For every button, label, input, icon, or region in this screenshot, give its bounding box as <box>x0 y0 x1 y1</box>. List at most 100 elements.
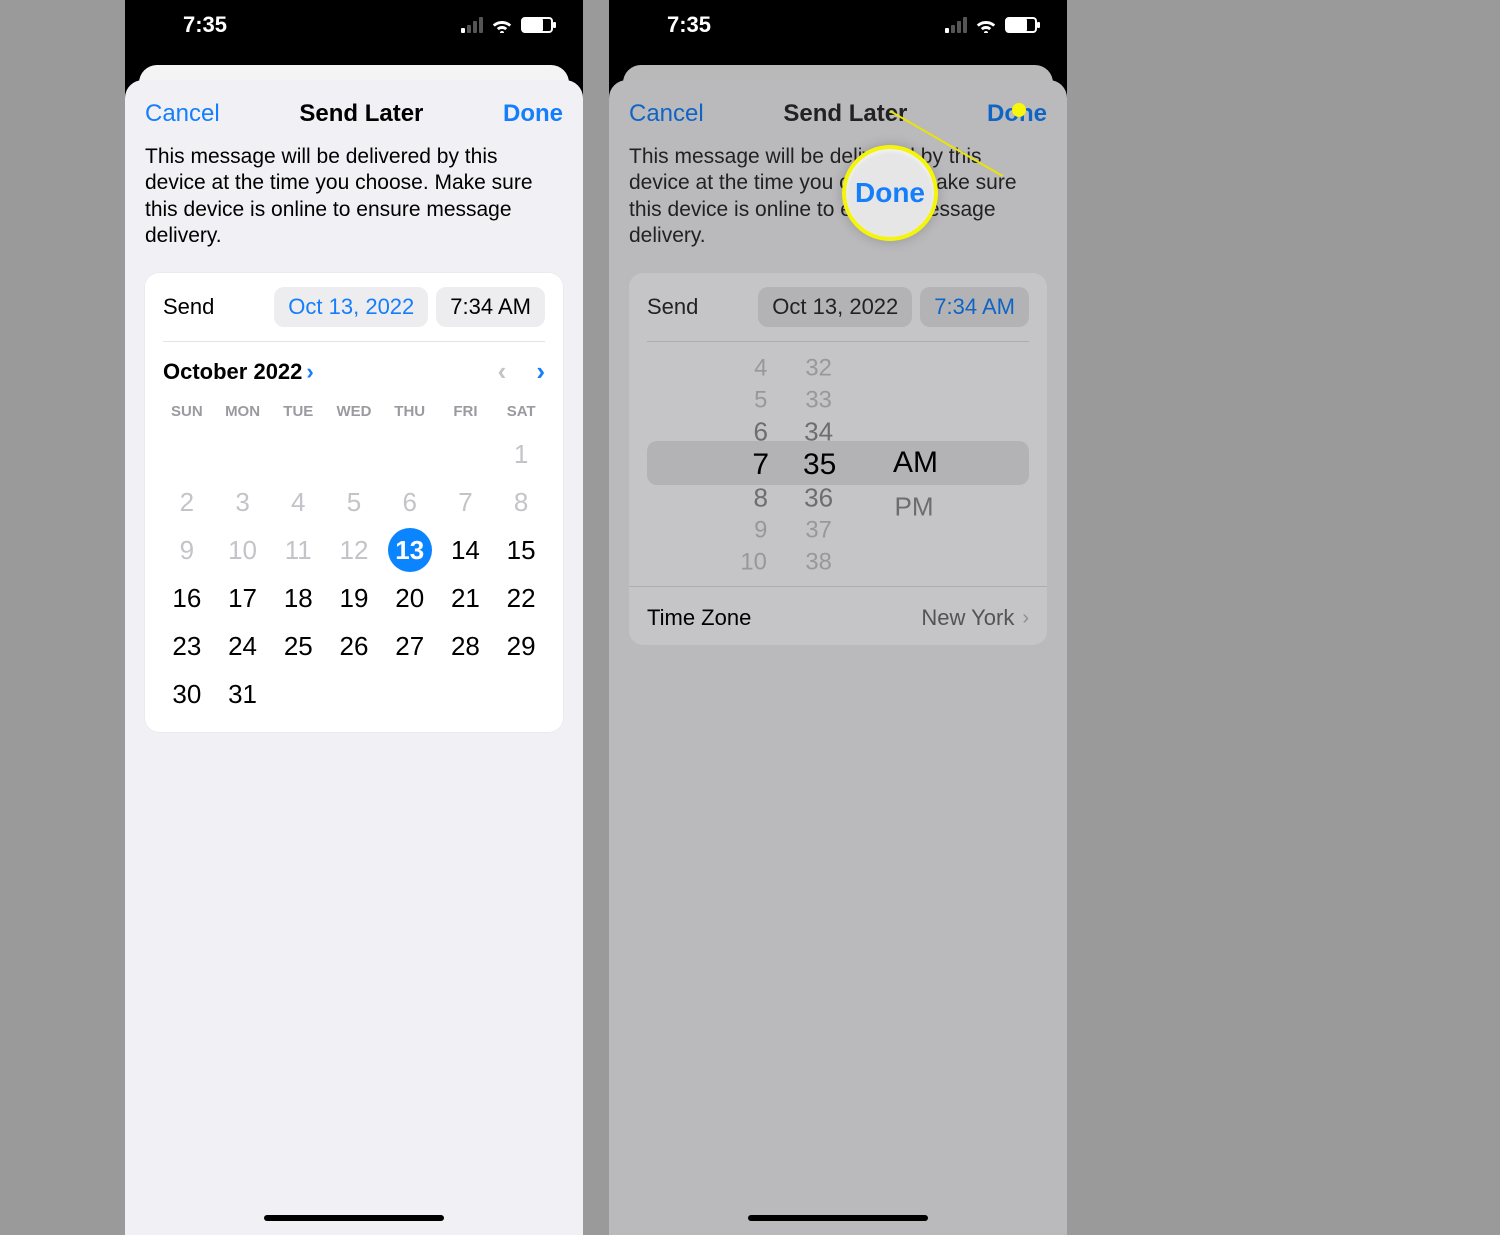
status-icons <box>461 17 553 33</box>
calendar-day: 1 <box>493 430 549 478</box>
month-picker[interactable]: October 2022 › <box>163 359 314 385</box>
wheel-item[interactable]: 4 <box>755 354 768 381</box>
home-indicator[interactable] <box>748 1215 928 1221</box>
phone-left: 7:35 Cancel Send Later Done This message… <box>125 0 583 1235</box>
calendar-day <box>215 430 271 478</box>
next-month-button[interactable]: › <box>536 356 545 387</box>
calendar-day: 3 <box>215 478 271 526</box>
cancel-button[interactable]: Cancel <box>145 100 220 128</box>
cellular-icon <box>461 17 483 33</box>
wheel-item[interactable]: 32 <box>805 354 831 381</box>
date-pill[interactable]: Oct 13, 2022 <box>274 287 428 327</box>
wheel-item[interactable]: 8 <box>754 483 768 513</box>
schedule-card: Send Oct 13, 2022 7:34 AM 45678910 32333… <box>629 273 1047 645</box>
calendar-day[interactable]: 31 <box>215 670 271 718</box>
send-later-sheet: Cancel Send Later Done This message will… <box>609 80 1067 1235</box>
calendar-day[interactable]: 23 <box>159 622 215 670</box>
divider <box>647 341 1029 342</box>
timezone-row[interactable]: Time Zone New York › <box>629 586 1047 631</box>
schedule-card: Send Oct 13, 2022 7:34 AM October 2022 ›… <box>145 273 563 732</box>
battery-icon <box>1005 17 1037 33</box>
calendar-day[interactable]: 15 <box>493 526 549 574</box>
send-label: Send <box>647 294 698 320</box>
calendar-day: 12 <box>326 526 382 574</box>
send-label: Send <box>163 294 214 320</box>
calendar-day: 6 <box>382 478 438 526</box>
status-bar: 7:35 <box>125 0 583 50</box>
ampm-wheel[interactable]: AM PM <box>893 352 953 572</box>
calendar-day <box>438 430 494 478</box>
calendar-day <box>159 430 215 478</box>
prev-month-button[interactable]: ‹ <box>498 356 507 387</box>
calendar-day[interactable]: 22 <box>493 574 549 622</box>
calendar-day[interactable]: 17 <box>215 574 271 622</box>
date-pill[interactable]: Oct 13, 2022 <box>758 287 912 327</box>
wheel-item[interactable]: 38 <box>805 548 831 572</box>
calendar-day: 9 <box>159 526 215 574</box>
wifi-icon <box>491 17 513 33</box>
chevron-right-icon: › <box>1022 607 1029 630</box>
calendar-grid: SUNMONTUEWEDTHUFRISAT1234567891011121314… <box>145 397 563 718</box>
calendar-day[interactable]: 29 <box>493 622 549 670</box>
calendar-day[interactable]: 18 <box>270 574 326 622</box>
done-callout-magnifier: Done <box>842 145 938 241</box>
wheel-item[interactable]: 36 <box>804 483 833 513</box>
dow-header: FRI <box>438 397 494 430</box>
modal-description: This message will be delivered by this d… <box>609 140 1067 269</box>
time-pill[interactable]: 7:34 AM <box>920 287 1029 327</box>
dow-header: SUN <box>159 397 215 430</box>
calendar-day <box>382 670 438 718</box>
wheel-item[interactable]: 10 <box>740 548 766 572</box>
dow-header: SAT <box>493 397 549 430</box>
battery-icon <box>521 17 553 33</box>
calendar-day[interactable]: 13 <box>382 526 438 574</box>
callout-anchor-dot <box>1012 103 1026 117</box>
minute-wheel[interactable]: 32 33 343536 37 38 <box>803 352 863 572</box>
ampm-am[interactable]: AM <box>893 441 938 485</box>
time-picker[interactable]: 4 5 678 9 10 32 33 343536 37 38 AM PM <box>647 352 1029 572</box>
calendar-day <box>493 670 549 718</box>
status-time: 7:35 <box>183 12 227 38</box>
calendar-day[interactable]: 14 <box>438 526 494 574</box>
wheel-item[interactable]: 7 <box>752 448 769 482</box>
calendar-day[interactable]: 16 <box>159 574 215 622</box>
ampm-pm[interactable]: PM <box>894 487 933 528</box>
wifi-icon <box>975 17 997 33</box>
time-pill[interactable]: 7:34 AM <box>436 287 545 327</box>
hour-wheel[interactable]: 4 5 678 9 10 <box>723 352 773 572</box>
modal-title: Send Later <box>783 100 907 128</box>
calendar-day[interactable]: 19 <box>326 574 382 622</box>
wheel-item[interactable]: 9 <box>755 516 768 543</box>
cancel-button[interactable]: Cancel <box>629 100 704 128</box>
done-button[interactable]: Done <box>503 100 563 128</box>
wheel-item[interactable]: 5 <box>755 386 768 413</box>
modal-title: Send Later <box>299 100 423 128</box>
calendar-day <box>382 430 438 478</box>
calendar-day: 8 <box>493 478 549 526</box>
calendar-day[interactable]: 30 <box>159 670 215 718</box>
wheel-item[interactable]: 34 <box>804 417 833 447</box>
cellular-icon <box>945 17 967 33</box>
dow-header: WED <box>326 397 382 430</box>
calendar-day: 10 <box>215 526 271 574</box>
calendar-day: 11 <box>270 526 326 574</box>
calendar-day[interactable]: 21 <box>438 574 494 622</box>
calendar-day <box>326 670 382 718</box>
calendar-day: 7 <box>438 478 494 526</box>
wheel-item[interactable]: 35 <box>803 448 836 482</box>
status-icons <box>945 17 1037 33</box>
home-indicator[interactable] <box>264 1215 444 1221</box>
calendar-day[interactable]: 26 <box>326 622 382 670</box>
calendar-day <box>270 670 326 718</box>
dow-header: TUE <box>270 397 326 430</box>
dow-header: THU <box>382 397 438 430</box>
wheel-item[interactable]: 33 <box>805 386 831 413</box>
wheel-item[interactable]: 37 <box>805 516 831 543</box>
calendar-day[interactable]: 20 <box>382 574 438 622</box>
calendar-day[interactable]: 28 <box>438 622 494 670</box>
calendar-day[interactable]: 25 <box>270 622 326 670</box>
calendar-day[interactable]: 24 <box>215 622 271 670</box>
wheel-item[interactable]: 6 <box>754 417 768 447</box>
calendar-day[interactable]: 27 <box>382 622 438 670</box>
timezone-value: New York <box>921 605 1014 631</box>
